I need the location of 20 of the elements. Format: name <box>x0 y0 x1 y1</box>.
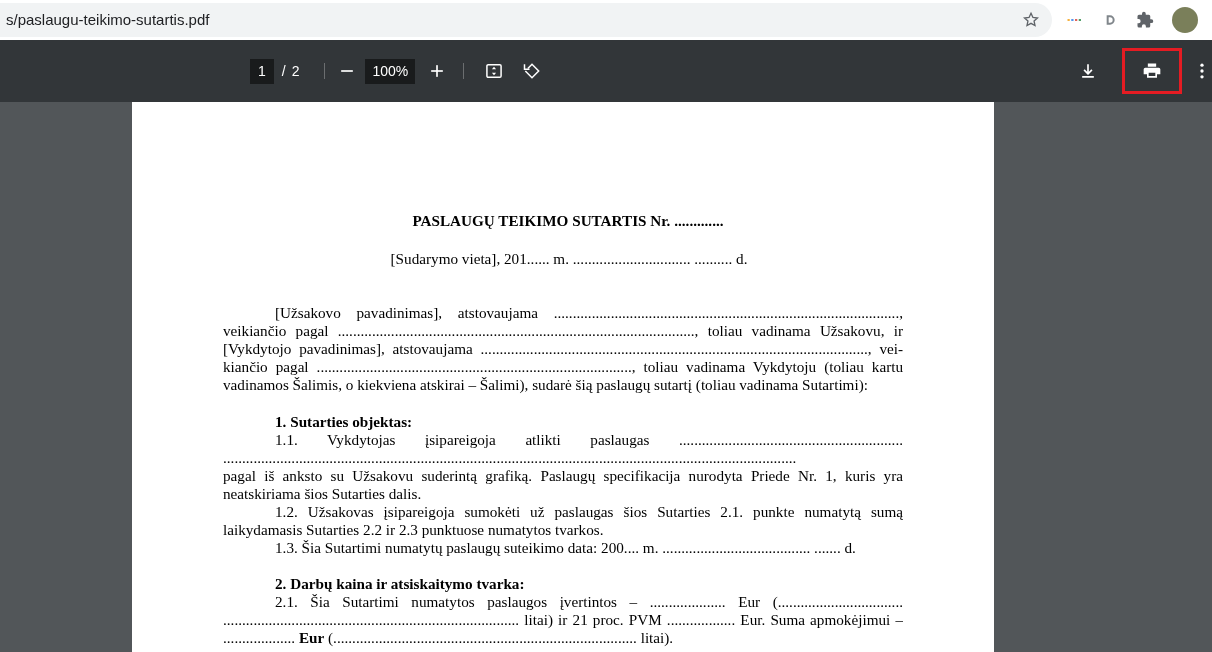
profile-avatar[interactable] <box>1172 7 1198 33</box>
section-heading: 2. Darbų kaina ir atsiskaitymo tvarka: <box>274 575 526 593</box>
star-icon[interactable] <box>1022 11 1040 29</box>
puzzle-icon[interactable] <box>1136 11 1154 29</box>
section-heading: 1. Sutarties objektas: <box>274 413 414 431</box>
paragraph: 1.2. Užsakovas įsipareigoja sumokėti už paslaugas šios Sutarties 2.1. punkte numatytą sumą laikydamasis Sutarties 2.2 ir 2.3 punktuose numatytos tvarkos. <box>223 503 903 539</box>
page-number-field[interactable]: 1 <box>250 58 274 84</box>
zoom-field[interactable]: 100% <box>365 58 416 84</box>
paragraph: 1.1. Vykdytojas įsipareigoja atlikti paslaugas ........................................................... ....................................................................................................................................................... pagal iš anksto su Užsakovu suderintą grafiką. Paslaugų specifikacija nurodyta Priede Nr. 1, kuris yra neatskiriama šios Sutarties dalis. <box>223 431 903 503</box>
place-date-line: [Sudarymo vieta], 201...... m. ............................... .......... d. <box>389 250 749 268</box>
paragraph: [Užsakovo pavadinimas], atstovaujama ..........................................................................................., veikiančio pagal .............................................................................................., toliau vadinama Užsakovu, ir [Vykdytojo pavadinimas], atstovaujama ......................................................................................................, vei- kiančio pagal ..................................................................................., toliau vadinama Vykdytoju (toliau kartu vadinamos Šalimis, o kiekviena atskirai – Šalimi), sudarė šią paslaugų sutartį (toliau vadinama Sutartimi): <box>223 304 903 394</box>
document-title: PASLAUGŲ TEIKIMO SUTARTIS Nr. ............. <box>411 212 725 230</box>
print-icon[interactable] <box>1142 61 1162 81</box>
page-total: 2 <box>291 61 300 81</box>
page-separator: / <box>281 61 286 81</box>
paragraph: 1.3. Šia Sutartimi numatytų paslaugų suteikimo data: 200.... m. ....................................... ....... d. <box>274 539 857 557</box>
fit-page-icon[interactable] <box>484 61 505 81</box>
address-field[interactable]: s/paslaugu-teikimo-sutartis.pdf <box>0 3 1052 37</box>
paragraph: 2.1. Šia Sutartimi numatytos paslaugos įvertintos – .................... Eur (................................. .............................................................................. litai) ir 21 proc. PVM .................. Eur. Suma apmokėjimui – ................... Eur (................................................................................ litai). <box>223 593 903 647</box>
url-text: s/paslaugu-teikimo-sutartis.pdf <box>5 9 211 30</box>
